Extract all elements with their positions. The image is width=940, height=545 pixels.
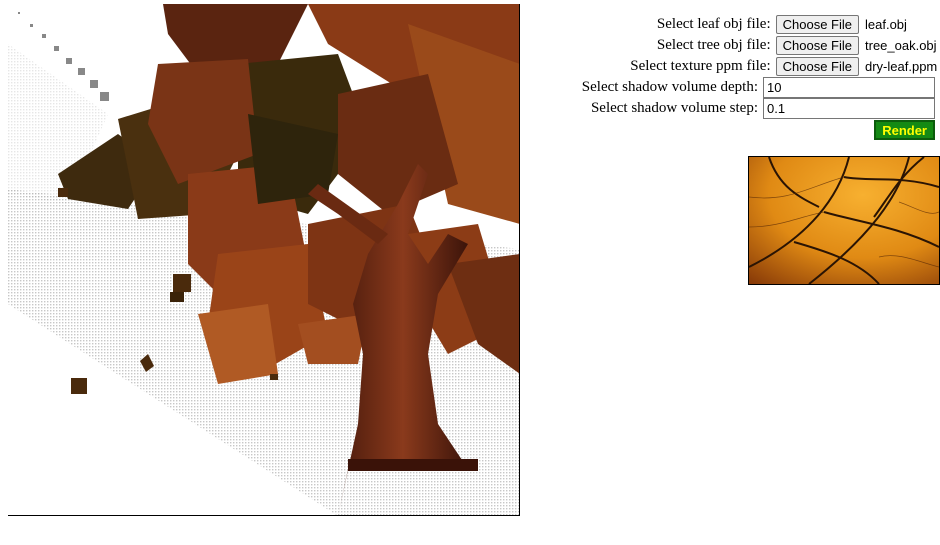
tree-file-row: Select tree obj file: Choose File tree_o… [656,35,937,56]
texture-file-label: Select texture ppm file: [630,58,771,74]
render-button[interactable]: Render [874,120,935,140]
leaf-file-row: Select leaf obj file: Choose File leaf.o… [657,14,935,35]
step-input[interactable] [763,98,935,119]
tree-file-name: tree_oak.obj [865,38,937,53]
render-canvas [8,4,520,516]
step-label: Select shadow volume step: [590,100,758,116]
tree-file-label: Select tree obj file: [656,37,771,53]
tree-choose-file-button[interactable]: Choose File [775,36,859,55]
texture-choose-file-button[interactable]: Choose File [775,57,859,76]
depth-label: Select shadow volume depth: [581,79,758,95]
step-row: Select shadow volume step: [591,98,935,119]
depth-row: Select shadow volume depth: [582,77,935,98]
texture-file-row: Select texture ppm file: Choose File dry… [630,56,938,77]
depth-input[interactable] [763,77,935,98]
texture-preview [748,156,940,285]
leaf-choose-file-button[interactable]: Choose File [775,15,859,34]
texture-file-name: dry-leaf.ppm [865,59,938,74]
leaf-file-name: leaf.obj [865,17,907,32]
leaf-file-label: Select leaf obj file: [656,16,771,32]
